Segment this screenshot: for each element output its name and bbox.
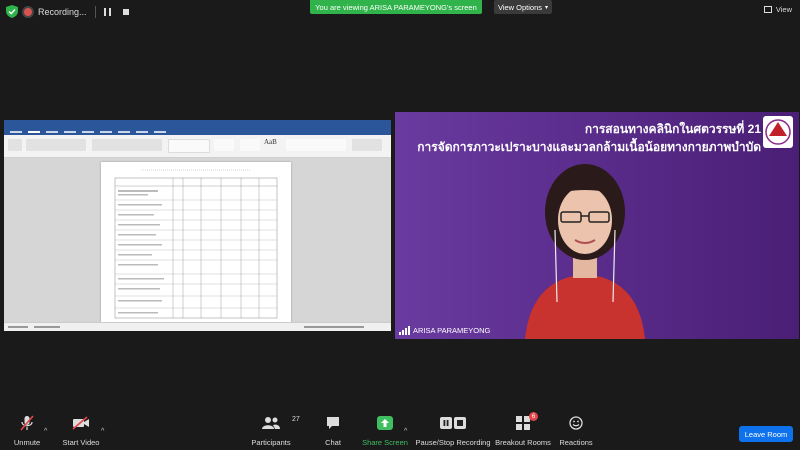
word-ribbon: AaB	[4, 135, 391, 158]
recording-dot-icon	[24, 8, 32, 16]
unmute-label: Unmute	[13, 438, 41, 447]
meeting-toolbar: Unmute ^ Start Video ^ 27 Participants C…	[0, 412, 800, 450]
share-screen-label: Share Screen	[362, 438, 408, 447]
chat-icon	[327, 417, 339, 429]
start-video-button[interactable]: Start Video	[46, 414, 116, 447]
reactions-label: Reactions	[559, 438, 593, 447]
audio-level-icon	[399, 326, 410, 335]
view-options-button[interactable]: View Options ▾	[494, 0, 552, 14]
leave-room-button[interactable]: Leave Room	[739, 426, 793, 442]
muted-mic-icon	[20, 415, 34, 431]
speaker-name: ARISA PARAMEYONG	[413, 326, 491, 335]
pause-recording-icon[interactable]	[103, 8, 111, 16]
stop-recording-icon[interactable]	[122, 9, 129, 15]
chat-label: Chat	[325, 438, 341, 447]
share-screen-icon	[377, 416, 393, 430]
recording-label: Recording...	[38, 7, 87, 17]
word-status-bar	[4, 322, 391, 331]
word-title-bar	[4, 120, 391, 128]
participants-icon	[262, 417, 280, 429]
pause-stop-icon	[440, 417, 466, 429]
chevron-down-icon: ▾	[545, 4, 549, 11]
recording-indicator: Recording...	[24, 3, 129, 21]
grid-view-icon	[763, 6, 772, 13]
top-bar: Recording... You are viewing ARISA PARAM…	[0, 0, 800, 24]
view-label: View	[775, 5, 792, 14]
view-options-label: View Options	[497, 2, 543, 12]
speaker-name-tag: ARISA PARAMEYONG	[399, 326, 490, 335]
participants-label: Participants	[251, 438, 291, 447]
participants-button[interactable]: 27 Participants	[236, 414, 306, 447]
document-area	[4, 158, 391, 323]
share-options-chevron-icon[interactable]: ^	[404, 428, 407, 435]
view-button[interactable]: View	[763, 5, 792, 14]
word-ribbon-tabs	[4, 128, 391, 135]
viewing-screen-banner: You are viewing ARISA PARAMEYONG's scree…	[310, 0, 482, 14]
reactions-icon	[569, 416, 583, 430]
pause-stop-recording-label: Pause/Stop Recording	[415, 438, 491, 447]
university-logo	[763, 116, 793, 148]
divider	[94, 6, 96, 18]
speaker-person	[525, 164, 645, 339]
slide-title-line1: การสอนทางคลินิกในศตวรรษที่ 21	[584, 122, 761, 136]
reactions-button[interactable]: Reactions	[541, 414, 611, 447]
breakout-badge: 6	[529, 412, 538, 421]
video-options-chevron-icon[interactable]: ^	[101, 428, 104, 435]
video-off-icon	[72, 416, 89, 430]
speaker-video[interactable]: การสอนทางคลินิกในศตวรรษที่ 21 การจัดการภ…	[395, 112, 799, 339]
document-page	[101, 162, 291, 323]
breakout-rooms-icon	[516, 416, 530, 430]
style-aa-icon: AaB	[264, 138, 277, 146]
share-screen-button[interactable]: Share Screen	[350, 414, 420, 447]
security-shield-icon[interactable]	[6, 5, 18, 18]
start-video-label: Start Video	[62, 438, 100, 447]
shared-screen[interactable]: AaB	[4, 120, 391, 331]
pause-stop-recording-button[interactable]: Pause/Stop Recording	[415, 414, 491, 447]
vertical-slide-text	[785, 152, 797, 332]
